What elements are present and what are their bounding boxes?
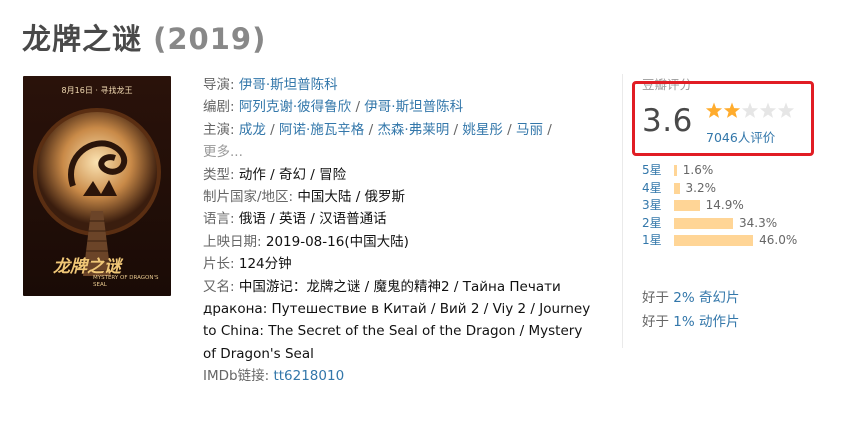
- imdb-label: IMDb链接:: [203, 368, 270, 385]
- rating-dist-percent: 3.2%: [685, 180, 717, 195]
- genre-label: 类型:: [203, 166, 235, 183]
- star-empty-icon: [759, 102, 777, 118]
- aka-label: 又名:: [203, 278, 235, 295]
- country-row: 制片国家/地区: 中国大陆 / 俄罗斯: [203, 186, 608, 208]
- rating-dist-bar: [674, 235, 754, 247]
- rating-stars: [705, 101, 797, 121]
- rating-score: 3.6: [642, 103, 693, 139]
- rating-dist-percent: 14.9%: [705, 198, 744, 212]
- cast-label: 主演:: [203, 121, 235, 138]
- country-label: 制片国家/地区:: [203, 189, 294, 206]
- better-than-prefix: 好于: [642, 314, 674, 330]
- better-than-section: 好于 2% 奇幻片 好于 1% 动作片: [642, 286, 740, 334]
- language-row: 语言: 俄语 / 英语 / 汉语普通话: [203, 208, 608, 230]
- release-label: 上映日期:: [203, 233, 262, 250]
- writer-link-2[interactable]: 伊哥·斯坦普陈科: [364, 99, 463, 115]
- aka-line-1: 又名: 中国游记：龙牌之谜 / 魔鬼的精神2 / Тайна Печати: [203, 276, 608, 298]
- poster-logo-cn: 龙牌之谜: [53, 257, 121, 277]
- star-empty-icon: [777, 102, 795, 118]
- cast-separator: /: [502, 121, 517, 138]
- language-label: 语言:: [203, 211, 235, 228]
- aka-line-4: of Dragon's Seal: [203, 345, 314, 362]
- page-title: 龙牌之谜 (2019): [22, 16, 266, 58]
- rating-dist-row: 5星 1.6%: [642, 162, 797, 180]
- rating-distribution: 5星 1.6% 4星 3.2% 3星 14.9% 2星 34.3% 1星 46.0%: [642, 162, 797, 250]
- star-filled-icon: [723, 102, 741, 118]
- rating-dist-label: 3星: [642, 198, 662, 213]
- better-than-row: 好于 1% 动作片: [642, 310, 740, 334]
- imdb-row: IMDb链接: tt6218010: [203, 365, 608, 387]
- rating-dist-percent: 1.6%: [682, 163, 714, 177]
- writer-label: 编剧:: [203, 99, 235, 116]
- better-than-link[interactable]: 1% 动作片: [673, 314, 739, 330]
- director-link[interactable]: 伊哥·斯坦普陈科: [239, 77, 338, 93]
- poster-top-text: 8月16日 · 寻找龙王: [61, 86, 133, 95]
- imdb-link[interactable]: tt6218010: [273, 368, 344, 384]
- movie-poster[interactable]: 8月16日 · 寻找龙王 龙牌之谜 MYSTERY OF DRAGON'S SE…: [23, 76, 171, 296]
- rating-dist-label: 2星: [642, 215, 662, 230]
- better-than-prefix: 好于: [642, 290, 674, 306]
- cast-row: 主演: 成龙 / 阿诺·施瓦辛格 / 杰森·弗莱明 / 姚星彤 / 马丽 /: [203, 119, 608, 141]
- rating-dist-bar: [674, 217, 733, 229]
- runtime-value: 124分钟: [238, 256, 292, 273]
- more-cast-link[interactable]: 更多...: [203, 144, 243, 160]
- writer-separator: /: [351, 99, 365, 116]
- rating-dist-row: 2星 34.3%: [642, 215, 797, 233]
- rating-dist-percent: 46.0%: [759, 233, 798, 247]
- release-value: 2019-08-16(中国大陆): [265, 233, 409, 250]
- rating-dist-bar: [674, 200, 700, 212]
- cast-separator: /: [265, 121, 279, 138]
- rating-dist-row: 4星 3.2%: [642, 180, 797, 198]
- cast-link[interactable]: 姚星彤: [462, 122, 503, 138]
- better-than-row: 好于 2% 奇幻片: [642, 286, 740, 310]
- stars-graphic: [705, 102, 795, 118]
- column-divider: [622, 74, 623, 348]
- writer-link-1[interactable]: 阿列克谢·彼得鲁欣: [239, 99, 351, 115]
- director-row: 导演: 伊哥·斯坦普陈科: [203, 74, 608, 96]
- release-row: 上映日期: 2019-08-16(中国大陆): [203, 231, 608, 253]
- rating-dist-row: 3星 14.9%: [642, 197, 797, 215]
- rating-dist-row: 1星 46.0%: [642, 232, 797, 250]
- star-empty-icon: [741, 102, 759, 118]
- movie-title: 龙牌之谜: [22, 22, 143, 56]
- writer-row: 编剧: 阿列克谢·彼得鲁欣 / 伊哥·斯坦普陈科: [203, 96, 608, 118]
- runtime-row: 片长: 124分钟: [203, 253, 608, 275]
- aka-row: 又名: 中国游记：龙牌之谜 / 魔鬼的精神2 / Тайна Печати др…: [203, 276, 608, 366]
- runtime-label: 片长:: [203, 256, 235, 273]
- director-label: 导演:: [203, 77, 235, 93]
- aka-line-2: дракона: Путешествие в Китай / Вий 2 / V…: [203, 301, 591, 318]
- language-value: 俄语 / 英语 / 汉语普通话: [238, 211, 387, 228]
- aka-line-3: to China: The Secret of the Seal of the …: [203, 323, 583, 340]
- aka-value: 中国游记：龙牌之谜 / 魔鬼的精神2 / Тайна Печати: [238, 278, 561, 295]
- cast-link[interactable]: 成龙: [239, 122, 266, 138]
- cast-separator: /: [364, 121, 378, 138]
- more-row: 更多...: [203, 141, 608, 163]
- genre-row: 类型: 动作 / 奇幻 / 冒险: [203, 164, 608, 186]
- genre-value: 动作 / 奇幻 / 冒险: [238, 166, 347, 183]
- cast-link[interactable]: 杰森·弗莱明: [377, 122, 449, 138]
- country-value: 中国大陆 / 俄罗斯: [297, 189, 406, 206]
- rating-dist-label: 5星: [642, 163, 662, 178]
- cast-separator: /: [543, 121, 552, 138]
- rating-dist-bar: [674, 165, 677, 177]
- rating-dist-label: 1星: [642, 233, 662, 248]
- rating-dist-bar: [674, 182, 680, 194]
- poster-logo-en: MYSTERY OF DRAGON'S SEAL: [93, 275, 159, 288]
- movie-year: (2019): [153, 22, 267, 56]
- better-than-link[interactable]: 2% 奇幻片: [673, 290, 739, 306]
- cast-separator: /: [449, 121, 463, 138]
- cast-link[interactable]: 阿诺·施瓦辛格: [279, 122, 364, 138]
- movie-info: 导演: 伊哥·斯坦普陈科 编剧: 阿列克谢·彼得鲁欣 / 伊哥·斯坦普陈科 主演…: [203, 74, 608, 388]
- rating-dist-percent: 34.3%: [738, 215, 778, 230]
- cast-link[interactable]: 马丽: [516, 122, 543, 138]
- rating-votes-link[interactable]: 7046人评价: [706, 127, 775, 146]
- star-filled-icon: [705, 102, 723, 118]
- rating-dist-label: 4星: [642, 180, 662, 195]
